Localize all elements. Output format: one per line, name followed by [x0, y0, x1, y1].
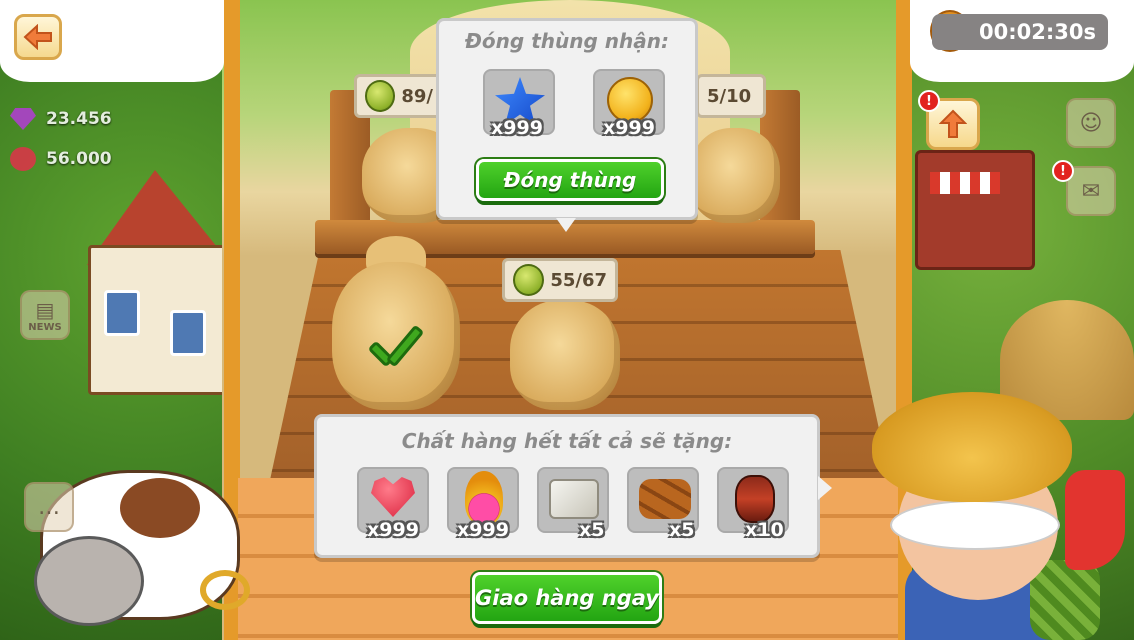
farmer-mustache: [890, 500, 1060, 550]
check-icon: [367, 324, 426, 374]
cow-nose: [34, 536, 144, 626]
red-cloth: [1065, 470, 1125, 570]
chat-icon: …: [38, 494, 60, 520]
slot-progress: 5/10: [707, 85, 752, 107]
straw-hat: [872, 392, 1072, 502]
back-button[interactable]: [14, 14, 62, 60]
crate-popup-title: Đóng thùng nhận:: [465, 29, 669, 53]
news-label: NEWS: [28, 321, 62, 333]
arrow-up-icon: [939, 109, 967, 138]
cow-nose-ring: [200, 570, 250, 610]
drum-icon: [735, 475, 775, 523]
countdown-timer: 00:02:30s: [932, 14, 1108, 50]
slot-tag: 55/67: [502, 258, 618, 302]
sack[interactable]: [690, 128, 780, 223]
gem-value: 23.456: [46, 109, 112, 129]
house-window: [170, 310, 206, 356]
slot-progress: 89/: [401, 85, 433, 107]
bonus-qty: x999: [367, 519, 419, 541]
arrow-left-icon: [23, 24, 52, 50]
mail-icon: ✉: [1081, 178, 1101, 204]
house-window: [104, 290, 140, 336]
close-crate-button[interactable]: Đóng thùng: [476, 159, 664, 201]
melon-icon: [513, 264, 545, 296]
crate-reward-popup: Đóng thùng nhận: x999 x999 Đóng thùng: [436, 18, 698, 220]
heart-icon: [371, 477, 415, 517]
slot-tag: 89/: [354, 74, 444, 118]
news-button[interactable]: ▤ NEWS: [20, 290, 70, 340]
reward-qty: x999: [603, 117, 655, 139]
bonus-qty: x5: [669, 519, 695, 541]
bonus-qty: x10: [745, 519, 784, 541]
newspaper-icon: ▤: [35, 297, 55, 322]
cow-spot: [120, 478, 200, 538]
barn: [915, 150, 1035, 270]
reward-qty: x999: [491, 117, 543, 139]
bonus-qty: x999: [457, 519, 509, 541]
wood-icon: [639, 479, 691, 519]
heart-icon: [10, 147, 36, 171]
heart-counter: 56.000: [10, 144, 112, 174]
bonus-qty: x5: [579, 519, 605, 541]
farmer-shirt: [1030, 560, 1100, 640]
heart-value: 56.000: [46, 149, 112, 169]
chat-button[interactable]: …: [24, 482, 74, 532]
person-icon: ☺: [1079, 110, 1103, 136]
gem-icon: [10, 108, 36, 130]
barn-awning: [930, 172, 1000, 194]
bonus-reward-popup: Chất hàng hết tất cả sẽ tặng: x999 x999 …: [314, 414, 820, 558]
bonus-popup-title: Chất hàng hết tất cả sẽ tặng:: [401, 429, 733, 453]
stone-icon: [549, 479, 599, 519]
mail-alert-badge: !: [1052, 160, 1074, 182]
friends-button[interactable]: ☺: [1066, 98, 1116, 148]
slot-tag: 5/10: [696, 74, 766, 118]
melon-icon: [365, 80, 396, 112]
deliver-now-button[interactable]: Giao hàng ngay: [472, 572, 662, 624]
gem-counter: 23.456: [10, 104, 112, 134]
alert-badge: !: [918, 90, 940, 112]
potion-icon: [465, 471, 503, 525]
sack[interactable]: [510, 300, 620, 410]
slot-progress: 55/67: [550, 269, 607, 291]
